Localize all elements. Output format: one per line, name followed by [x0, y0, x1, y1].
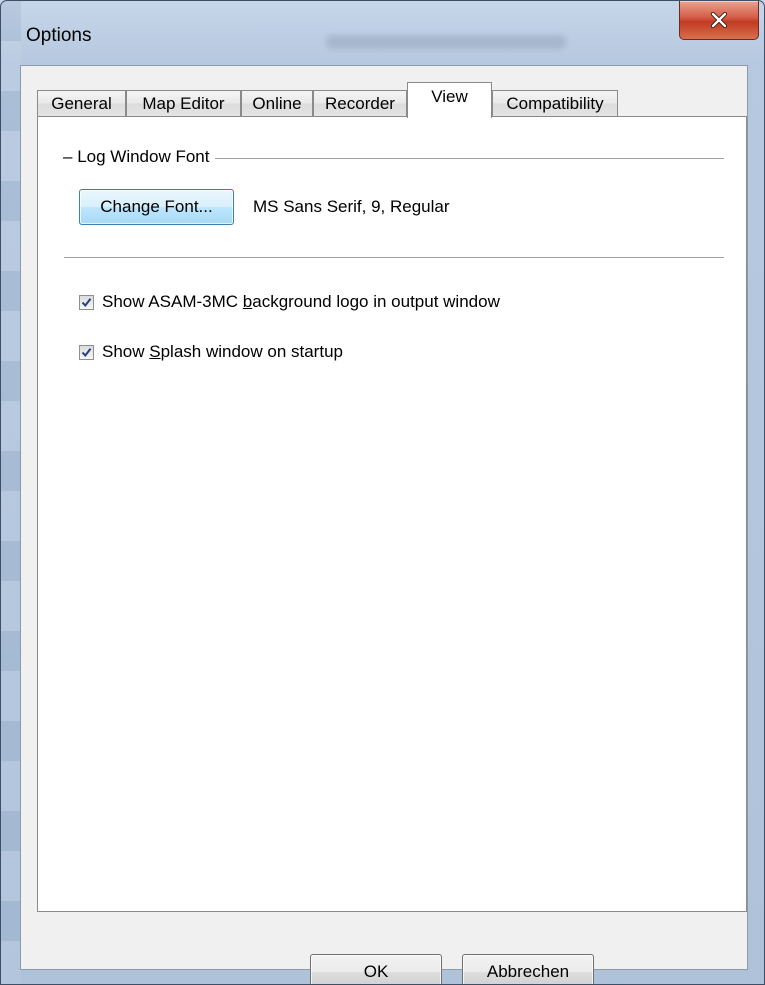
show-splash-option[interactable]: Show Splash window on startup: [79, 342, 343, 362]
show-background-logo-checkbox[interactable]: [79, 294, 94, 310]
show-background-logo-option[interactable]: Show ASAM-3MC background logo in output …: [79, 292, 500, 312]
window-title: Options: [26, 25, 92, 46]
show-splash-label: Show Splash window on startup: [102, 342, 343, 362]
cancel-button[interactable]: Abbrechen: [462, 954, 594, 984]
current-font-description: MS Sans Serif, 9, Regular: [253, 197, 450, 216]
option-label-part: plash window on startup: [160, 342, 343, 361]
dialog-client-area: General Map Editor Online Recorder View …: [20, 65, 748, 984]
tab-general[interactable]: General: [37, 90, 126, 116]
option-label-part: Show: [102, 342, 150, 361]
change-font-button[interactable]: Change Font...: [79, 189, 234, 225]
background-window-title-blur: [326, 35, 566, 49]
log-window-font-group-label: – Log Window Font: [63, 147, 216, 167]
option-accelerator-key: S: [149, 342, 161, 361]
option-accelerator-key: b: [242, 292, 253, 311]
options-dialog-window: Options General Map Editor Online Record…: [0, 0, 765, 985]
show-splash-checkbox[interactable]: [79, 344, 94, 360]
tab-view[interactable]: View: [407, 82, 492, 118]
option-label-part: ackground logo in output window: [252, 292, 500, 311]
ok-button[interactable]: OK: [310, 954, 442, 984]
close-button[interactable]: [679, 1, 759, 40]
group-title-text: Log Window Font: [77, 147, 210, 166]
option-label-part: Show ASAM-3MC: [102, 292, 243, 311]
tab-map-editor[interactable]: Map Editor: [126, 90, 241, 116]
tab-online[interactable]: Online: [241, 90, 313, 116]
separator-line: [64, 257, 724, 258]
close-x-icon: [710, 12, 728, 28]
view-tab-page: – Log Window Font Change Font... MS Sans…: [37, 116, 747, 912]
tab-recorder[interactable]: Recorder: [313, 90, 407, 116]
tab-compatibility[interactable]: Compatibility: [492, 90, 618, 116]
checkmark-icon: [81, 347, 92, 357]
checkmark-icon: [81, 297, 92, 307]
show-background-logo-label: Show ASAM-3MC background logo in output …: [102, 292, 500, 312]
